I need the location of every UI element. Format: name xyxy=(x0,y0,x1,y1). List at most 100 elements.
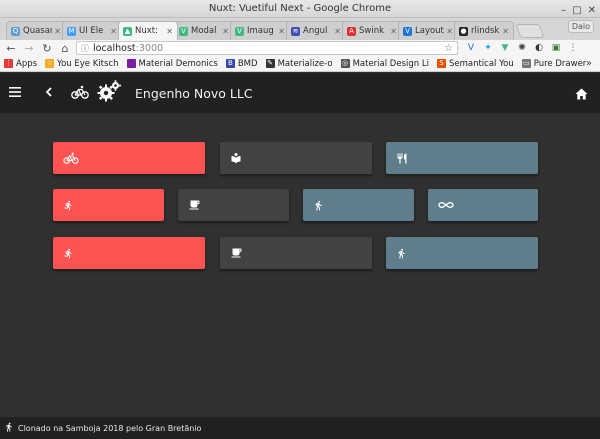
tab-close-icon[interactable]: ✕ xyxy=(110,27,117,36)
browser-tab[interactable]: V Imaug ✕ xyxy=(230,21,290,40)
run-icon xyxy=(63,247,74,260)
tile-button-run[interactable] xyxy=(53,189,164,221)
tab-close-icon[interactable]: ✕ xyxy=(446,27,453,36)
bookmark-favicon-icon: ☆ xyxy=(45,59,55,68)
tile-button-coffee[interactable] xyxy=(178,189,289,221)
bookmark-item[interactable]: ▭ Pure Drawer xyxy=(521,58,587,69)
bookmark-label: BMD xyxy=(237,58,258,69)
chevron-left-icon[interactable] xyxy=(45,86,53,101)
tile-button-book[interactable] xyxy=(220,142,372,174)
tab-close-icon[interactable]: ✕ xyxy=(502,27,509,36)
bookmark-label: Material Design Li xyxy=(352,58,429,69)
bookmark-item[interactable]: B BMD xyxy=(225,58,258,69)
tab-close-icon[interactable]: ✕ xyxy=(166,27,173,36)
vue-devtools-icon[interactable]: ▼ xyxy=(500,43,510,53)
main-content xyxy=(0,113,600,417)
tile-button-coffee[interactable] xyxy=(220,237,372,269)
tab-strip: Q Quasar ✕ M UI Ele ✕ ▲ Nuxt: ✕ V Modal ✕ V Imaug ✕ ≋ An… xyxy=(0,18,600,40)
bookmark-item[interactable]: ⋮ Apps xyxy=(4,59,37,69)
octotree-icon[interactable]: ◐ xyxy=(534,43,544,53)
tab-favicon-icon: ● xyxy=(459,26,468,36)
tab-favicon-icon: M xyxy=(67,26,76,36)
browser-tab[interactable]: V Layout ✕ xyxy=(398,21,458,40)
browser-tab[interactable]: M UI Ele ✕ xyxy=(62,21,122,40)
bookmark-item[interactable]: ◎ Material Design Li xyxy=(340,58,429,69)
browser-tab[interactable]: Q Quasar ✕ xyxy=(6,21,66,40)
profile-button[interactable]: Dalo xyxy=(567,20,594,33)
bookmark-item[interactable]: Material Demonics xyxy=(126,58,218,69)
tile-button-walk[interactable] xyxy=(303,189,414,221)
vuetify-icon[interactable]: V xyxy=(466,43,476,53)
browser-tab[interactable]: ≋ Angul ✕ xyxy=(286,21,346,40)
home-icon[interactable]: ⌂ xyxy=(58,42,72,55)
extension-icon[interactable]: ✺ xyxy=(517,43,527,53)
address-host: localhost xyxy=(93,42,136,54)
window-icon[interactable]: ▣ xyxy=(551,43,561,53)
tile-button-bike[interactable] xyxy=(53,142,205,174)
address-port: :3000 xyxy=(135,42,164,54)
bookmarks-bar: ⋮ Apps ☆ You Eye Kitsch Material Demonics B BM… xyxy=(0,56,600,72)
app-footer: Clonado na Samboja 2018 pelo Gran Bretãn… xyxy=(0,417,600,439)
tab-favicon-icon: A xyxy=(347,26,356,36)
app-toolbar: Engenho Novo LLC xyxy=(0,73,600,113)
tile-button-walk[interactable] xyxy=(386,237,538,269)
footer-text: Clonado na Samboja 2018 pelo Gran Bretãn… xyxy=(18,423,202,433)
bookmark-star-icon[interactable]: ☆ xyxy=(444,43,453,54)
tab-label: Imaug xyxy=(247,26,274,36)
page-info-icon[interactable]: ⓘ xyxy=(81,43,89,54)
bookmark-label: Materialize-o xyxy=(277,58,333,69)
settings-gears-icon[interactable] xyxy=(97,80,121,106)
tab-label: UI Ele xyxy=(79,26,104,36)
tab-close-icon[interactable]: ✕ xyxy=(222,27,229,36)
bookmark-favicon-icon: ◎ xyxy=(340,59,350,68)
bookmarks-overflow-button[interactable]: » xyxy=(586,58,592,69)
twitter-icon[interactable]: ✦ xyxy=(483,43,493,53)
run-icon xyxy=(4,421,14,435)
bookmark-item[interactable]: ✎ Materialize-o xyxy=(265,58,333,69)
tab-close-icon[interactable]: ✕ xyxy=(54,27,61,36)
new-tab-button[interactable] xyxy=(515,24,545,38)
bookmark-label: Material Demonics xyxy=(138,58,218,69)
tab-favicon-icon: V xyxy=(179,26,188,36)
tile-button-infinity[interactable] xyxy=(428,189,538,221)
book-icon xyxy=(230,152,242,164)
bookmark-item[interactable]: ☆ You Eye Kitsch xyxy=(45,58,119,69)
bookmark-favicon-icon: ✎ xyxy=(265,59,275,68)
home-icon[interactable] xyxy=(575,85,588,104)
restaurant-icon xyxy=(396,152,408,165)
tab-label: Angul xyxy=(303,26,328,36)
tab-close-icon[interactable]: ✕ xyxy=(334,27,341,36)
reload-icon[interactable]: ↻ xyxy=(40,42,54,55)
walk-icon xyxy=(396,247,407,260)
bookmark-favicon-icon: S xyxy=(436,59,446,68)
tab-close-icon[interactable]: ✕ xyxy=(390,27,397,36)
infinity-icon xyxy=(438,200,454,210)
app-title: Engenho Novo LLC xyxy=(135,85,253,101)
forward-arrow-icon[interactable]: → xyxy=(22,42,36,55)
bookmark-favicon-icon: B xyxy=(225,59,235,68)
menu-icon[interactable] xyxy=(9,85,23,101)
browser-tab[interactable]: ● rlindsk ✕ xyxy=(454,21,514,40)
bike-icon[interactable] xyxy=(71,84,89,103)
browser-tab[interactable]: ▲ Nuxt: ✕ xyxy=(118,21,178,40)
tab-favicon-icon: V xyxy=(403,26,412,36)
tile-button-restaurant[interactable] xyxy=(386,142,538,174)
tab-close-icon[interactable]: ✕ xyxy=(278,27,285,36)
bookmark-label: You Eye Kitsch xyxy=(57,58,119,69)
browser-tab[interactable]: V Modal ✕ xyxy=(174,21,234,40)
bookmark-item[interactable]: S Semantical You xyxy=(436,59,514,69)
back-arrow-icon[interactable]: ← xyxy=(4,42,18,55)
bookmark-favicon-icon: ⋮ xyxy=(4,59,13,68)
window-title: Nuxt: Vuetiful Next - Google Chrome xyxy=(208,3,392,14)
more-icon[interactable]: ⋮ xyxy=(568,43,578,53)
tab-favicon-icon: V xyxy=(235,26,244,36)
address-bar[interactable]: ⓘ localhost:3000 ☆ xyxy=(76,41,458,55)
tab-favicon-icon: ≋ xyxy=(291,26,300,36)
tab-favicon-icon: Q xyxy=(11,26,20,36)
tile-button-run[interactable] xyxy=(53,237,205,269)
browser-tab[interactable]: A Swink ✕ xyxy=(342,21,402,40)
bookmark-label: Pure Drawer xyxy=(533,58,587,69)
bike-icon xyxy=(63,152,79,164)
extensions-area: V ✦ ▼ ✺ ◐ ▣ ⋮ xyxy=(466,43,578,53)
tab-label: Nuxt: xyxy=(135,26,158,36)
